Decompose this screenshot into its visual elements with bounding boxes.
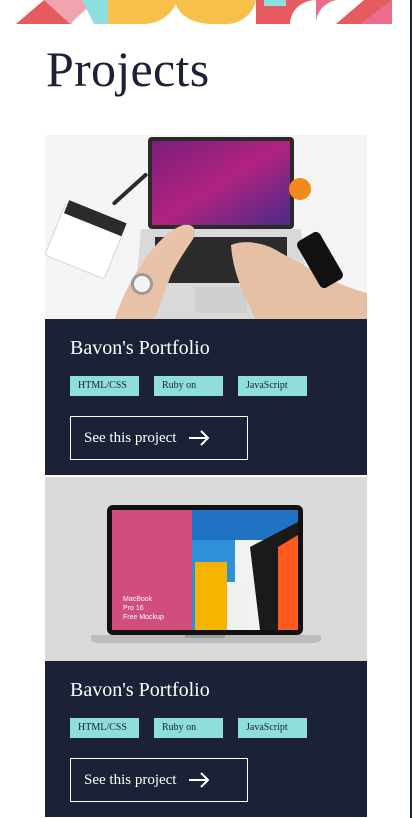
project-tag: HTML/CSS — [70, 718, 139, 738]
project-title: Bavon's Portfolio — [70, 337, 210, 359]
mockup-label: MacBook — [123, 596, 153, 603]
see-project-button[interactable]: See this project — [70, 416, 248, 460]
header-decoration — [16, 0, 392, 24]
mockup-label: Pro 16 — [123, 605, 144, 612]
project-card-body: Bavon's Portfolio HTML/CSS Ruby on Rails… — [45, 661, 367, 817]
project-tag: JavaScript — [238, 718, 307, 738]
project-card-body: Bavon's Portfolio HTML/CSS Ruby on Rails… — [45, 319, 367, 475]
see-project-button-label: See this project — [84, 429, 177, 446]
project-tag: HTML/CSS — [70, 376, 139, 396]
project-card: Bavon's Portfolio HTML/CSS Ruby on Rails… — [45, 135, 367, 475]
project-card: MacBook Pro 16 Free Mockup Bavon's Portf… — [45, 477, 367, 817]
project-tag-list: HTML/CSS Ruby on Rails JavaScript — [70, 718, 307, 753]
page-title: Projects — [46, 41, 210, 97]
see-project-button[interactable]: See this project — [70, 758, 248, 802]
project-tag-list: HTML/CSS Ruby on Rails JavaScript — [70, 376, 307, 411]
project-tag: Ruby on Rails — [154, 718, 223, 753]
mockup-label: Free Mockup — [123, 614, 164, 621]
projects-page: Projects Bavon's Portfolio HTML/CSS Ruby… — [0, 0, 412, 818]
project-tag: JavaScript — [238, 376, 307, 396]
arrow-right-icon — [188, 772, 210, 788]
project-image-laptop-photo — [45, 135, 367, 319]
see-project-button-label: See this project — [84, 771, 177, 788]
arrow-right-icon — [188, 430, 210, 446]
project-tag: Ruby on Rails — [154, 376, 223, 411]
project-image-macbook-mockup: MacBook Pro 16 Free Mockup — [45, 477, 367, 661]
project-title: Bavon's Portfolio — [70, 679, 210, 701]
